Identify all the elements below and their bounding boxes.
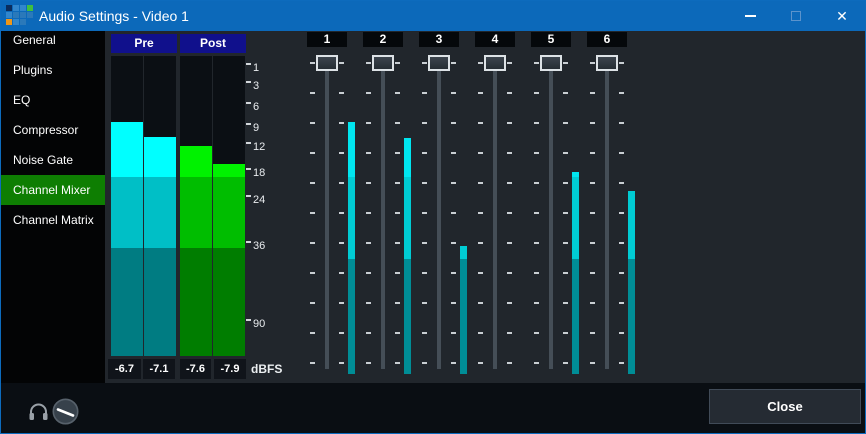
scale-tick-1: 1 — [253, 62, 259, 74]
sidebar-item-channel-matrix[interactable]: Channel Matrix — [1, 205, 105, 235]
channel-2-label: 2 — [363, 32, 403, 47]
scale-tick-24: 24 — [253, 194, 265, 206]
channel-1-label: 1 — [307, 32, 347, 47]
channel-strip-6: 6 — [579, 31, 635, 383]
dialog-content: General Plugins EQ Compressor Noise Gate… — [1, 31, 865, 433]
pre-left-db-readout: -6.7 — [108, 359, 141, 379]
channel-1-fader-track[interactable] — [325, 63, 329, 369]
titlebar[interactable]: Audio Settings - Video 1 ✕ — [1, 1, 865, 31]
maximize-button[interactable] — [773, 1, 819, 31]
channel-strip-5: 5 — [523, 31, 579, 383]
channel-5-level-meter — [572, 63, 579, 374]
scale-tick-3: 3 — [253, 80, 259, 92]
headphones-icon[interactable] — [28, 402, 49, 422]
scale-tick-18: 18 — [253, 167, 265, 179]
sidebar-item-eq[interactable]: EQ — [1, 85, 105, 115]
channel-1-level-meter — [348, 63, 355, 374]
fader-scale-ticks — [534, 62, 539, 365]
sidebar-item-compressor[interactable]: Compressor — [1, 115, 105, 145]
channel-5-fader-track[interactable] — [549, 63, 553, 369]
minimize-button[interactable] — [727, 1, 773, 31]
channel-4-fader-track[interactable] — [493, 63, 497, 369]
close-button[interactable]: Close — [709, 389, 861, 424]
scale-tick-6: 6 — [253, 101, 259, 113]
fader-scale-ticks — [451, 62, 456, 365]
fader-scale-ticks — [590, 62, 595, 365]
channel-strip-2: 2 — [355, 31, 411, 383]
scale-tick-36: 36 — [253, 240, 265, 252]
channel-6-level-meter — [628, 63, 635, 374]
post-left-db-readout: -7.6 — [180, 359, 211, 379]
channel-2-level-meter — [404, 63, 411, 374]
sidebar-item-plugins[interactable]: Plugins — [1, 55, 105, 85]
channel-3-level-meter — [460, 63, 467, 374]
channel-5-label: 5 — [531, 32, 571, 47]
channel-4-label: 4 — [475, 32, 515, 47]
channel-mixer-panel: Pre Post 1 3 6 9 12 18 24 36 90 -6.7 -7.… — [105, 31, 866, 383]
post-right-db-readout: -7.9 — [214, 359, 246, 379]
scale-tick-9: 9 — [253, 122, 259, 134]
fader-scale-ticks — [422, 62, 427, 365]
close-window-button[interactable]: ✕ — [819, 1, 865, 31]
channel-1-fader-handle[interactable] — [316, 55, 338, 71]
footer-bar: Close — [1, 383, 865, 434]
pre-meter-right — [144, 56, 176, 356]
channel-6-fader-handle[interactable] — [596, 55, 618, 71]
pre-right-db-readout: -7.1 — [143, 359, 175, 379]
channel-3-fader-handle[interactable] — [428, 55, 450, 71]
channel-5-fader-handle[interactable] — [540, 55, 562, 71]
minimize-icon — [745, 15, 756, 17]
sidebar-item-noise-gate[interactable]: Noise Gate — [1, 145, 105, 175]
post-meter-header: Post — [180, 34, 246, 53]
channel-6-fader-track[interactable] — [605, 63, 609, 369]
sidebar-item-general[interactable]: General — [1, 31, 105, 55]
app-logo-icon — [6, 5, 35, 27]
channel-strip-3: 3 — [411, 31, 467, 383]
post-meter-left — [180, 56, 212, 356]
fader-scale-ticks — [478, 62, 483, 365]
channel-3-fader-track[interactable] — [437, 63, 441, 369]
channel-4-level-meter — [516, 63, 523, 374]
sidebar-nav: General Plugins EQ Compressor Noise Gate… — [1, 31, 105, 383]
pre-meter-left — [111, 56, 143, 356]
headphone-volume-knob[interactable] — [52, 398, 79, 425]
fader-scale-ticks — [619, 62, 624, 365]
fader-scale-ticks — [507, 62, 512, 365]
window-title: Audio Settings - Video 1 — [39, 1, 189, 31]
pre-meter-header: Pre — [111, 34, 177, 53]
fader-scale-ticks — [310, 62, 315, 365]
fader-scale-ticks — [339, 62, 344, 365]
channel-3-label: 3 — [419, 32, 459, 47]
fader-scale-ticks — [395, 62, 400, 365]
channel-strip-4: 4 — [467, 31, 523, 383]
scale-tick-90: 90 — [253, 318, 265, 330]
channel-2-fader-track[interactable] — [381, 63, 385, 369]
close-icon: ✕ — [836, 9, 848, 23]
channel-4-fader-handle[interactable] — [484, 55, 506, 71]
fader-scale-ticks — [366, 62, 371, 365]
channel-6-label: 6 — [587, 32, 627, 47]
fader-scale-ticks — [563, 62, 568, 365]
scale-tick-12: 12 — [253, 141, 265, 153]
dbfs-unit-label: dBFS — [251, 362, 282, 376]
sidebar-item-channel-mixer[interactable]: Channel Mixer — [1, 175, 105, 205]
maximize-icon — [791, 11, 801, 21]
channel-strip-1: 1 — [299, 31, 355, 383]
audio-settings-window: Audio Settings - Video 1 ✕ General Plugi… — [0, 0, 866, 434]
post-meter-right — [213, 56, 245, 356]
channel-2-fader-handle[interactable] — [372, 55, 394, 71]
